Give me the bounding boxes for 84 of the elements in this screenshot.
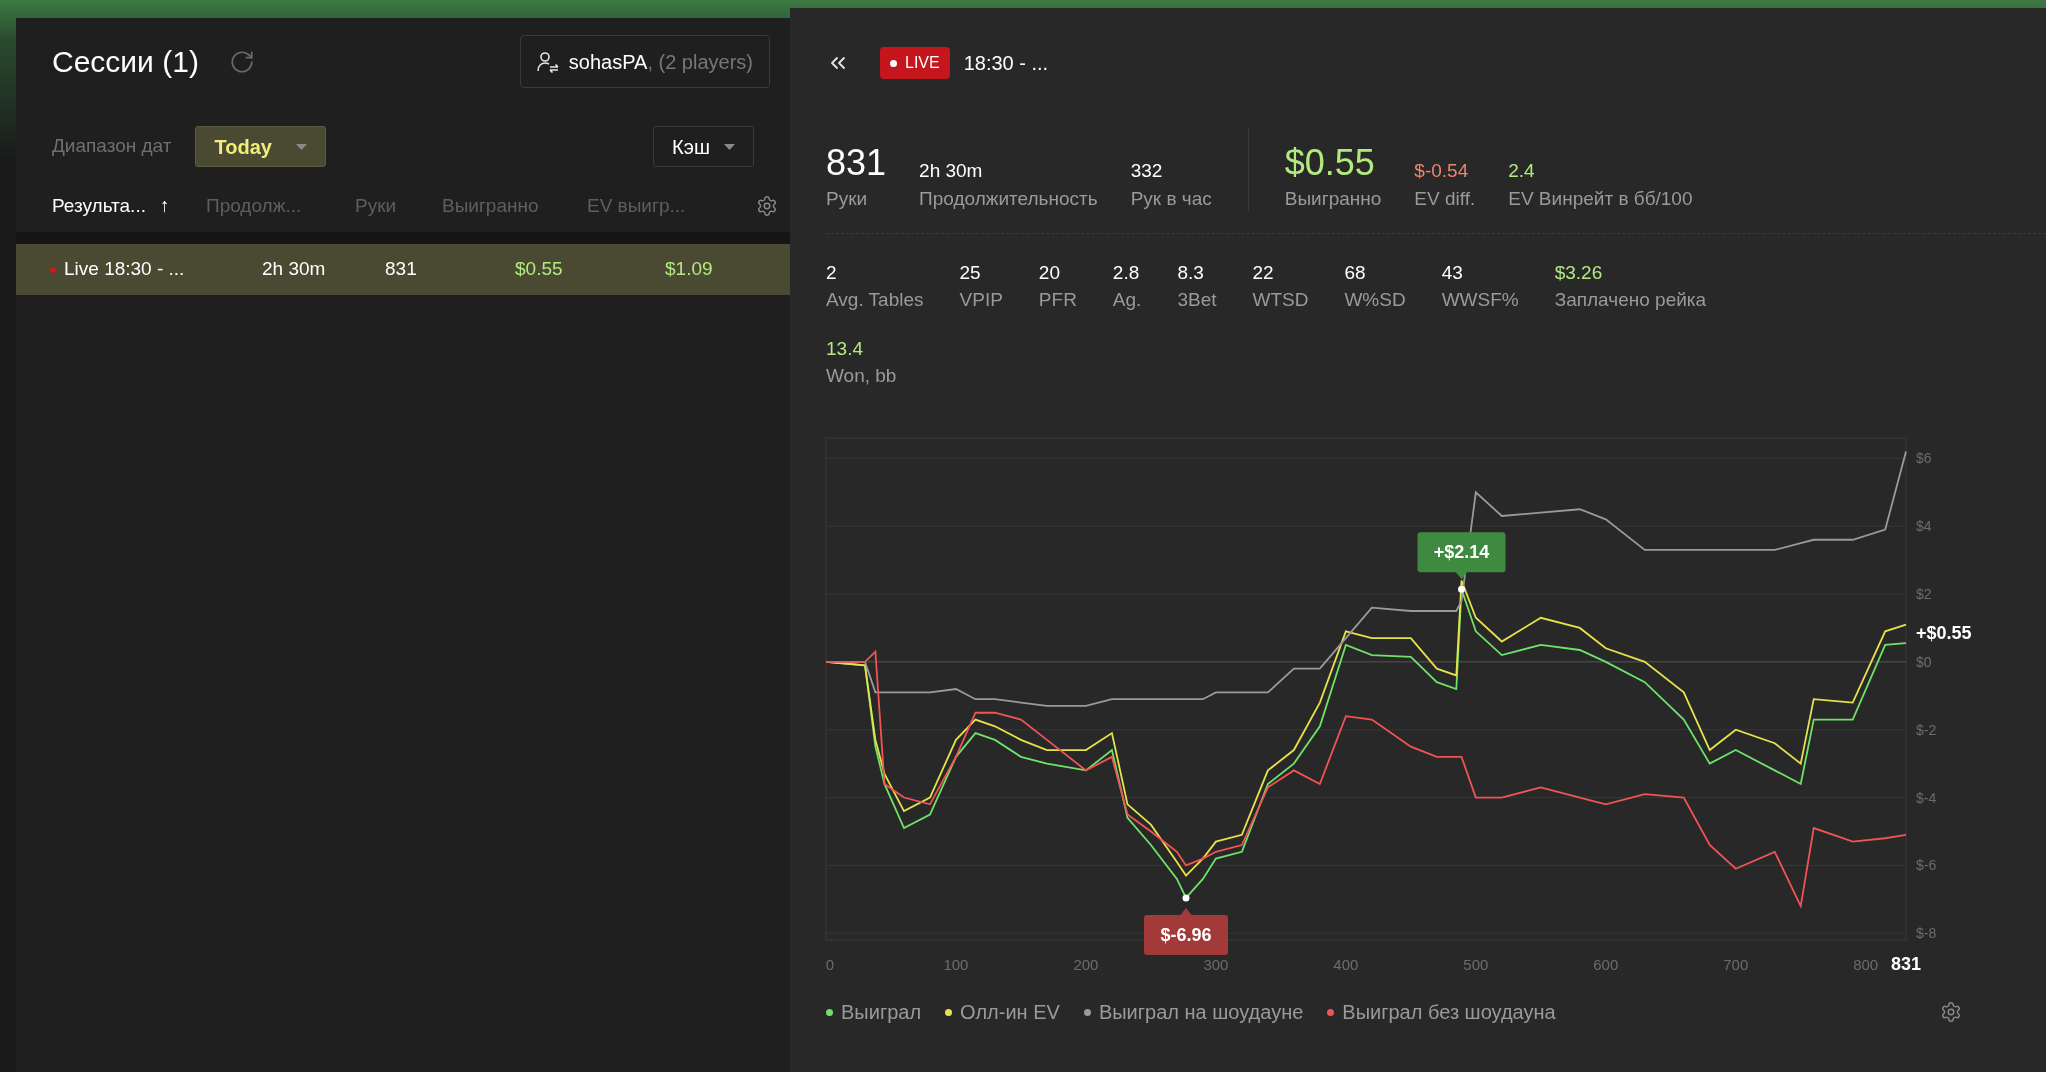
user-swap-icon <box>536 50 559 73</box>
y-axis-label: $-2 <box>1916 721 1937 738</box>
table-cell-text: 2h 30m <box>262 257 327 282</box>
x-axis-label: 700 <box>1723 956 1749 973</box>
session-row[interactable]: Live 18:30 - ... 2h 30m 831 $0.55 $1.09 <box>16 244 790 295</box>
stat-label: EV Винрейт в бб/100 <box>1508 187 1693 211</box>
y-axis-label: $6 <box>1916 450 1932 467</box>
stat-label: WWSF% <box>1441 288 1519 312</box>
y-axis-label: $-4 <box>1916 789 1937 806</box>
x-axis-label: 300 <box>1203 956 1229 973</box>
stat-value: 2.4 <box>1508 159 1536 183</box>
stat-label: Рук в час <box>1130 187 1212 211</box>
y-axis-label: $-6 <box>1916 857 1937 874</box>
stat-label: Ag. <box>1112 288 1142 312</box>
stat-label: Выигранно <box>1284 187 1382 211</box>
date-range-label: Диапазон дат <box>52 134 172 159</box>
stat-value: $3.26 <box>1554 261 1604 285</box>
stat-value: 2 <box>826 261 838 285</box>
x-axis-label: 831 <box>1891 954 1921 974</box>
x-axis-label: 800 <box>1853 956 1879 973</box>
x-axis-label: 600 <box>1593 956 1619 973</box>
column-header[interactable]: Результа... <box>52 191 146 221</box>
player-selector-button[interactable]: sohasPA, (2 players) <box>519 35 770 88</box>
stat-label: Руки <box>826 187 869 211</box>
refresh-icon[interactable] <box>228 48 255 75</box>
stat-value: 13.4 <box>826 337 864 361</box>
settings-icon[interactable] <box>1940 1001 1962 1023</box>
y-axis-label: $0 <box>1916 653 1932 670</box>
end-value-label: +$0.55 <box>1916 623 1972 644</box>
settings-icon[interactable] <box>756 195 778 217</box>
y-axis-label: $4 <box>1916 518 1932 535</box>
stat-label: Won, bb <box>826 364 897 388</box>
legend-label[interactable]: Олл-ин EV <box>960 997 1060 1027</box>
stat-label: Avg. Tables <box>826 288 924 312</box>
stat-label: EV diff. <box>1414 187 1476 211</box>
stat-label: VPIP <box>959 288 1003 312</box>
value-callout: $-6.96 <box>1144 907 1228 955</box>
x-axis-label: 200 <box>1073 956 1099 973</box>
stat-label: 3Bet <box>1177 288 1217 312</box>
stat-value: 2.8 <box>1112 261 1141 285</box>
table-cell-text: $0.55 <box>515 257 564 282</box>
legend-label[interactable]: Выиграл без шоудауна <box>1342 997 1556 1027</box>
stat-label: WTSD <box>1252 288 1309 312</box>
table-cell-text: $1.09 <box>665 257 714 282</box>
panel-title: Сессии (1) <box>52 44 199 80</box>
annotation: +$2.14 <box>1433 542 1490 563</box>
date-range-dropdown[interactable]: Today <box>195 126 326 167</box>
stat-value: 2h 30m <box>919 159 984 183</box>
legend-label[interactable]: Выиграл <box>841 997 922 1027</box>
stat-label: W%SD <box>1344 288 1406 312</box>
stat-label: Заплачено рейка <box>1554 288 1707 312</box>
stat-value: 22 <box>1252 261 1275 285</box>
session-name: Live 18:30 - ... <box>64 257 185 282</box>
stat-value: 20 <box>1038 261 1061 285</box>
live-badge: LIVE <box>880 47 950 79</box>
stat-value: 43 <box>1441 261 1464 285</box>
stat-value: 332 <box>1130 159 1164 183</box>
stat-value: 831 <box>826 141 887 185</box>
stat-label: Продолжительность <box>919 187 1098 211</box>
table-cell-text: 831 <box>385 257 418 282</box>
game-type-dropdown[interactable]: Кэш <box>653 126 754 167</box>
sort-indicator: ↑ <box>159 193 170 218</box>
y-axis-label: $2 <box>1916 586 1932 603</box>
stat-value: $-0.54 <box>1414 159 1470 183</box>
stat-value: 25 <box>959 261 982 285</box>
data-point-marker <box>1182 894 1190 902</box>
stat-value: 68 <box>1344 261 1367 285</box>
x-axis-label: 100 <box>943 956 969 973</box>
x-axis-label: 0 <box>825 956 835 973</box>
stat-value: 8.3 <box>1177 261 1205 285</box>
annotation: $-6.96 <box>1160 924 1212 945</box>
stat-value: $0.55 <box>1284 141 1376 185</box>
session-title: 18:30 - ... <box>963 51 1049 76</box>
caret-icon <box>295 143 307 150</box>
value-callout: +$2.14 <box>1417 532 1506 580</box>
x-axis-label: 500 <box>1463 956 1489 973</box>
player-name: sohasPA <box>568 49 648 75</box>
legend-label[interactable]: Выиграл на шоудауне <box>1098 997 1304 1027</box>
y-axis-label: $-8 <box>1916 925 1937 942</box>
player-count: , (2 players) <box>647 49 753 75</box>
stat-label: PFR <box>1038 288 1077 312</box>
caret-icon <box>724 143 735 150</box>
data-point-marker <box>1458 585 1465 593</box>
x-axis-label: 400 <box>1333 956 1359 973</box>
